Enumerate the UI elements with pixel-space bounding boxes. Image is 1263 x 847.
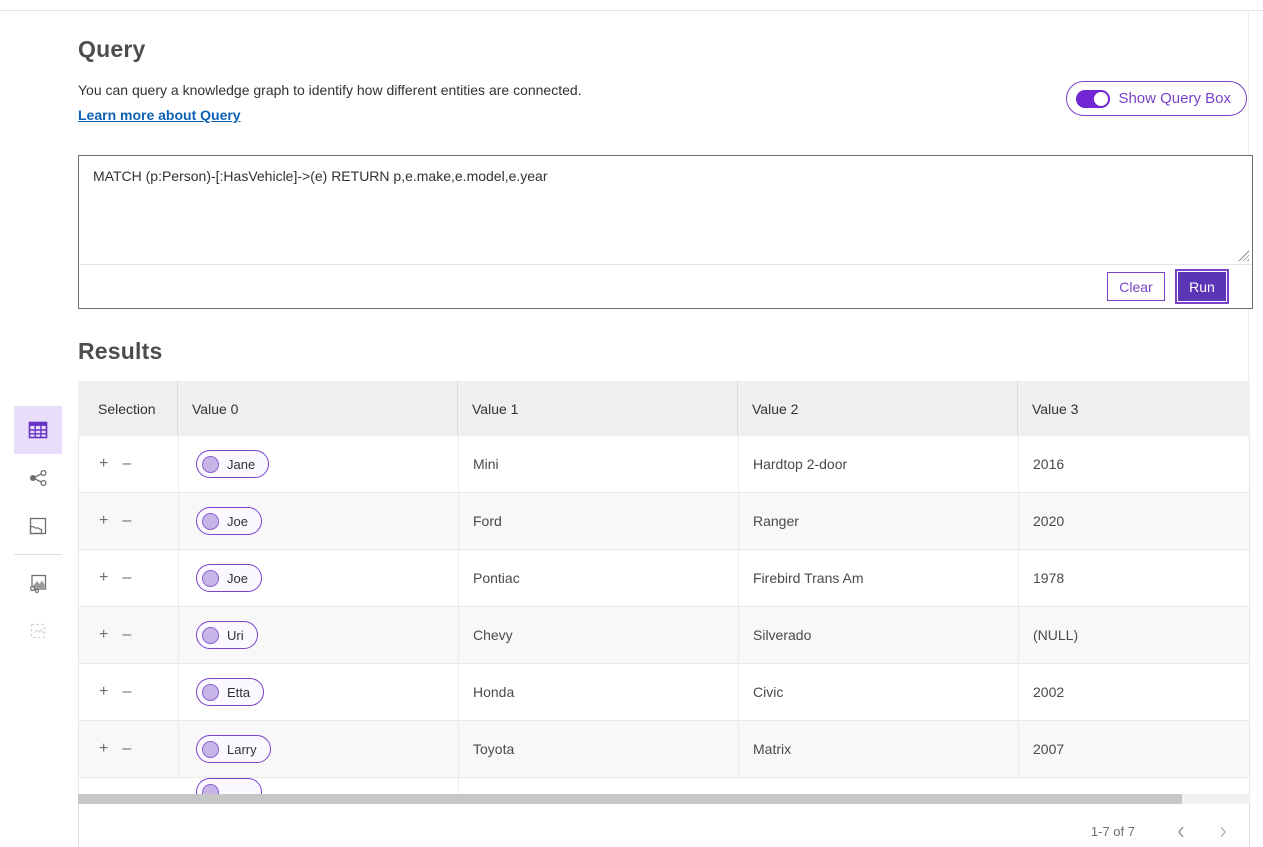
cell-year: (NULL) — [1019, 607, 1249, 663]
remove-from-selection-button[interactable]: – — [122, 513, 131, 529]
entity-chip[interactable]: Joe — [196, 507, 262, 535]
add-to-selection-button[interactable]: + — [99, 570, 108, 586]
table-row: + – Uri Chevy Silverado (NULL) — [79, 607, 1249, 664]
add-to-map-button — [14, 607, 62, 655]
cell-model: Silverado — [739, 607, 1019, 663]
cell-year: 2016 — [1019, 436, 1249, 492]
chevron-right-icon — [1218, 825, 1228, 839]
cell-year: 1978 — [1019, 550, 1249, 606]
query-panel: MATCH (p:Person)-[:HasVehicle]->(e) RETU… — [78, 155, 1253, 309]
add-to-selection-button[interactable]: + — [99, 513, 108, 529]
entity-chip[interactable]: Joe — [196, 564, 262, 592]
map-view-icon — [26, 514, 50, 538]
add-to-selection-button[interactable]: + — [99, 741, 108, 757]
page-title: Query — [78, 0, 1247, 63]
pagination-label: 1-7 of 7 — [1091, 824, 1135, 839]
add-to-link-chart-icon — [26, 571, 50, 595]
learn-more-link[interactable]: Learn more about Query — [78, 107, 241, 123]
remove-from-selection-button[interactable]: – — [122, 627, 131, 643]
run-button[interactable]: Run — [1178, 272, 1226, 301]
entity-dot-icon — [202, 741, 219, 758]
cell-make: Honda — [459, 664, 739, 720]
entity-dot-icon — [202, 570, 219, 587]
table-row — [79, 778, 1249, 794]
column-header-value3: Value 3 — [1018, 381, 1250, 436]
entity-chip[interactable]: Etta — [196, 678, 264, 706]
results-title: Results — [78, 338, 1247, 365]
cell-make: Ford — [459, 493, 739, 549]
add-to-selection-button[interactable]: + — [99, 684, 108, 700]
table-view-icon — [26, 418, 50, 442]
results-table-footer: 1-7 of 7 — [78, 804, 1250, 847]
add-to-link-chart-button[interactable] — [14, 559, 62, 607]
column-header-value2: Value 2 — [738, 381, 1018, 436]
entity-chip[interactable]: Uri — [196, 621, 258, 649]
cell-model: Ranger — [739, 493, 1019, 549]
scrollbar-thumb[interactable] — [78, 794, 1182, 804]
show-query-box-label: Show Query Box — [1118, 90, 1231, 107]
cell-make: Pontiac — [459, 550, 739, 606]
remove-from-selection-button[interactable]: – — [122, 570, 131, 586]
query-page: Query You can query a knowledge graph to… — [0, 0, 1263, 847]
cell-year: 2020 — [1019, 493, 1249, 549]
entity-dot-icon — [202, 684, 219, 701]
results-table-header: Selection Value 0 Value 1 Value 2 Value … — [78, 381, 1250, 436]
entity-dot-icon — [202, 513, 219, 530]
add-to-map-icon — [26, 619, 50, 643]
entity-dot-icon — [202, 627, 219, 644]
remove-from-selection-button[interactable]: – — [122, 741, 131, 757]
show-query-box-toggle[interactable]: Show Query Box — [1066, 81, 1247, 116]
next-page-button[interactable] — [1211, 820, 1235, 844]
cell-year: 2002 — [1019, 664, 1249, 720]
results-table-body: + – Jane Mini Hardtop 2-door 2016 + – Jo… — [78, 436, 1250, 794]
view-switcher — [14, 406, 62, 655]
cell-make: Toyota — [459, 721, 739, 777]
chevron-left-icon — [1176, 825, 1186, 839]
entity-chip[interactable] — [196, 778, 262, 794]
remove-from-selection-button[interactable]: – — [122, 684, 131, 700]
table-view-button[interactable] — [14, 406, 62, 454]
table-row: + – Jane Mini Hardtop 2-door 2016 — [79, 436, 1249, 493]
cell-model: Civic — [739, 664, 1019, 720]
cell-model: Firebird Trans Am — [739, 550, 1019, 606]
table-row: + – Etta Honda Civic 2002 — [79, 664, 1249, 721]
column-header-selection: Selection — [78, 381, 178, 436]
cell-model: Matrix — [739, 721, 1019, 777]
results-table: Selection Value 0 Value 1 Value 2 Value … — [78, 381, 1250, 847]
remove-from-selection-button[interactable]: – — [122, 456, 131, 472]
link-chart-view-icon — [26, 466, 50, 490]
column-header-value1: Value 1 — [458, 381, 738, 436]
query-input[interactable]: MATCH (p:Person)-[:HasVehicle]->(e) RETU… — [79, 156, 1252, 264]
entity-dot-icon — [202, 456, 219, 473]
map-view-button[interactable] — [14, 502, 62, 550]
clear-button[interactable]: Clear — [1107, 272, 1165, 301]
cell-model: Hardtop 2-door — [739, 436, 1019, 492]
view-strip-divider — [14, 554, 62, 555]
cell-make: Mini — [459, 436, 739, 492]
toggle-switch-icon — [1076, 90, 1110, 108]
add-to-selection-button[interactable]: + — [99, 627, 108, 643]
previous-page-button[interactable] — [1169, 820, 1193, 844]
results-region: Selection Value 0 Value 1 Value 2 Value … — [78, 381, 1250, 847]
add-to-selection-button[interactable]: + — [99, 456, 108, 472]
entity-chip[interactable]: Larry — [196, 735, 271, 763]
table-row: + – Larry Toyota Matrix 2007 — [79, 721, 1249, 778]
entity-dot-icon — [202, 784, 219, 795]
link-chart-view-button[interactable] — [14, 454, 62, 502]
cell-year: 2007 — [1019, 721, 1249, 777]
entity-chip[interactable]: Jane — [196, 450, 269, 478]
cell-make: Chevy — [459, 607, 739, 663]
table-row: + – Joe Pontiac Firebird Trans Am 1978 — [79, 550, 1249, 607]
table-row: + – Joe Ford Ranger 2020 — [79, 493, 1249, 550]
horizontal-scrollbar[interactable] — [78, 794, 1250, 804]
column-header-value0: Value 0 — [178, 381, 458, 436]
